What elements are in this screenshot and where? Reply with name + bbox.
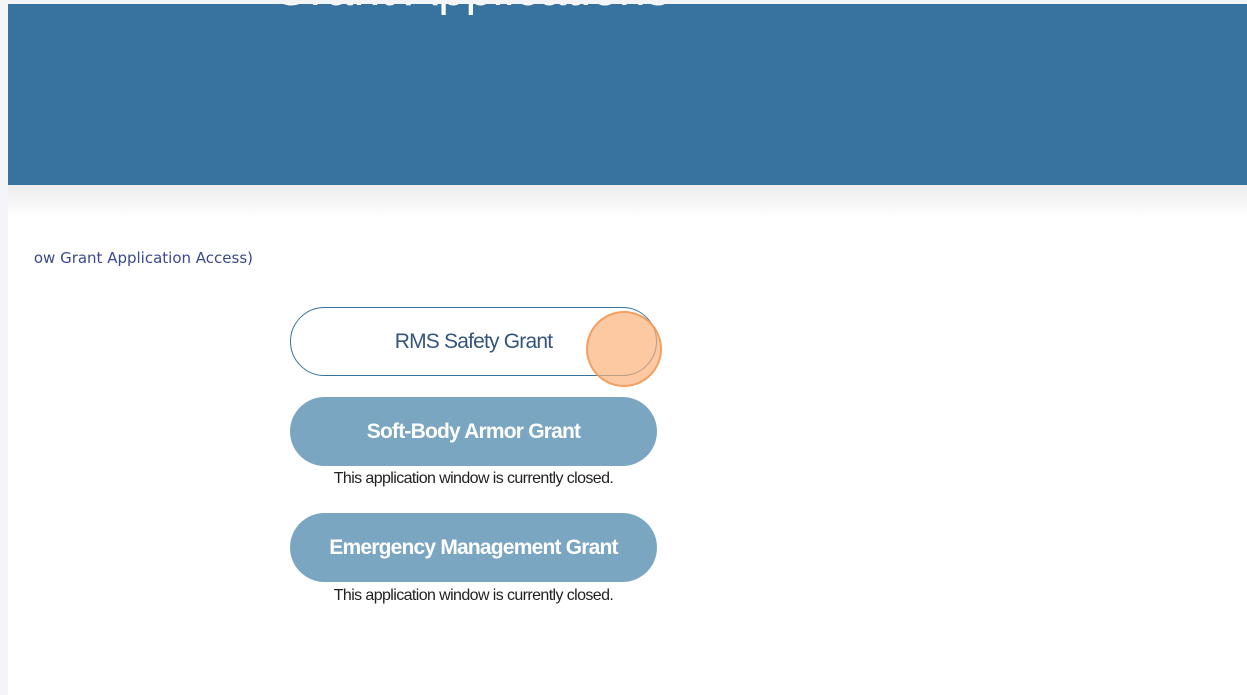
page-title: Grant Applications: [272, 4, 671, 17]
access-note-link[interactable]: ow Grant Application Access): [34, 249, 253, 267]
soft-body-armor-grant-button[interactable]: Soft-Body Armor Grant: [290, 397, 657, 466]
emergency-management-grant-button[interactable]: Emergency Management Grant: [290, 513, 657, 582]
page-header-banner: Grant Applications: [8, 4, 1247, 185]
header-shadow: [8, 185, 1247, 219]
left-gutter: [0, 0, 8, 695]
access-note: ow Grant Application Access): [8, 249, 308, 271]
emergency-management-closed-message: This application window is currently clo…: [333, 587, 614, 604]
soft-body-armor-closed-message: This application window is currently clo…: [333, 470, 614, 487]
click-indicator: [586, 311, 662, 387]
